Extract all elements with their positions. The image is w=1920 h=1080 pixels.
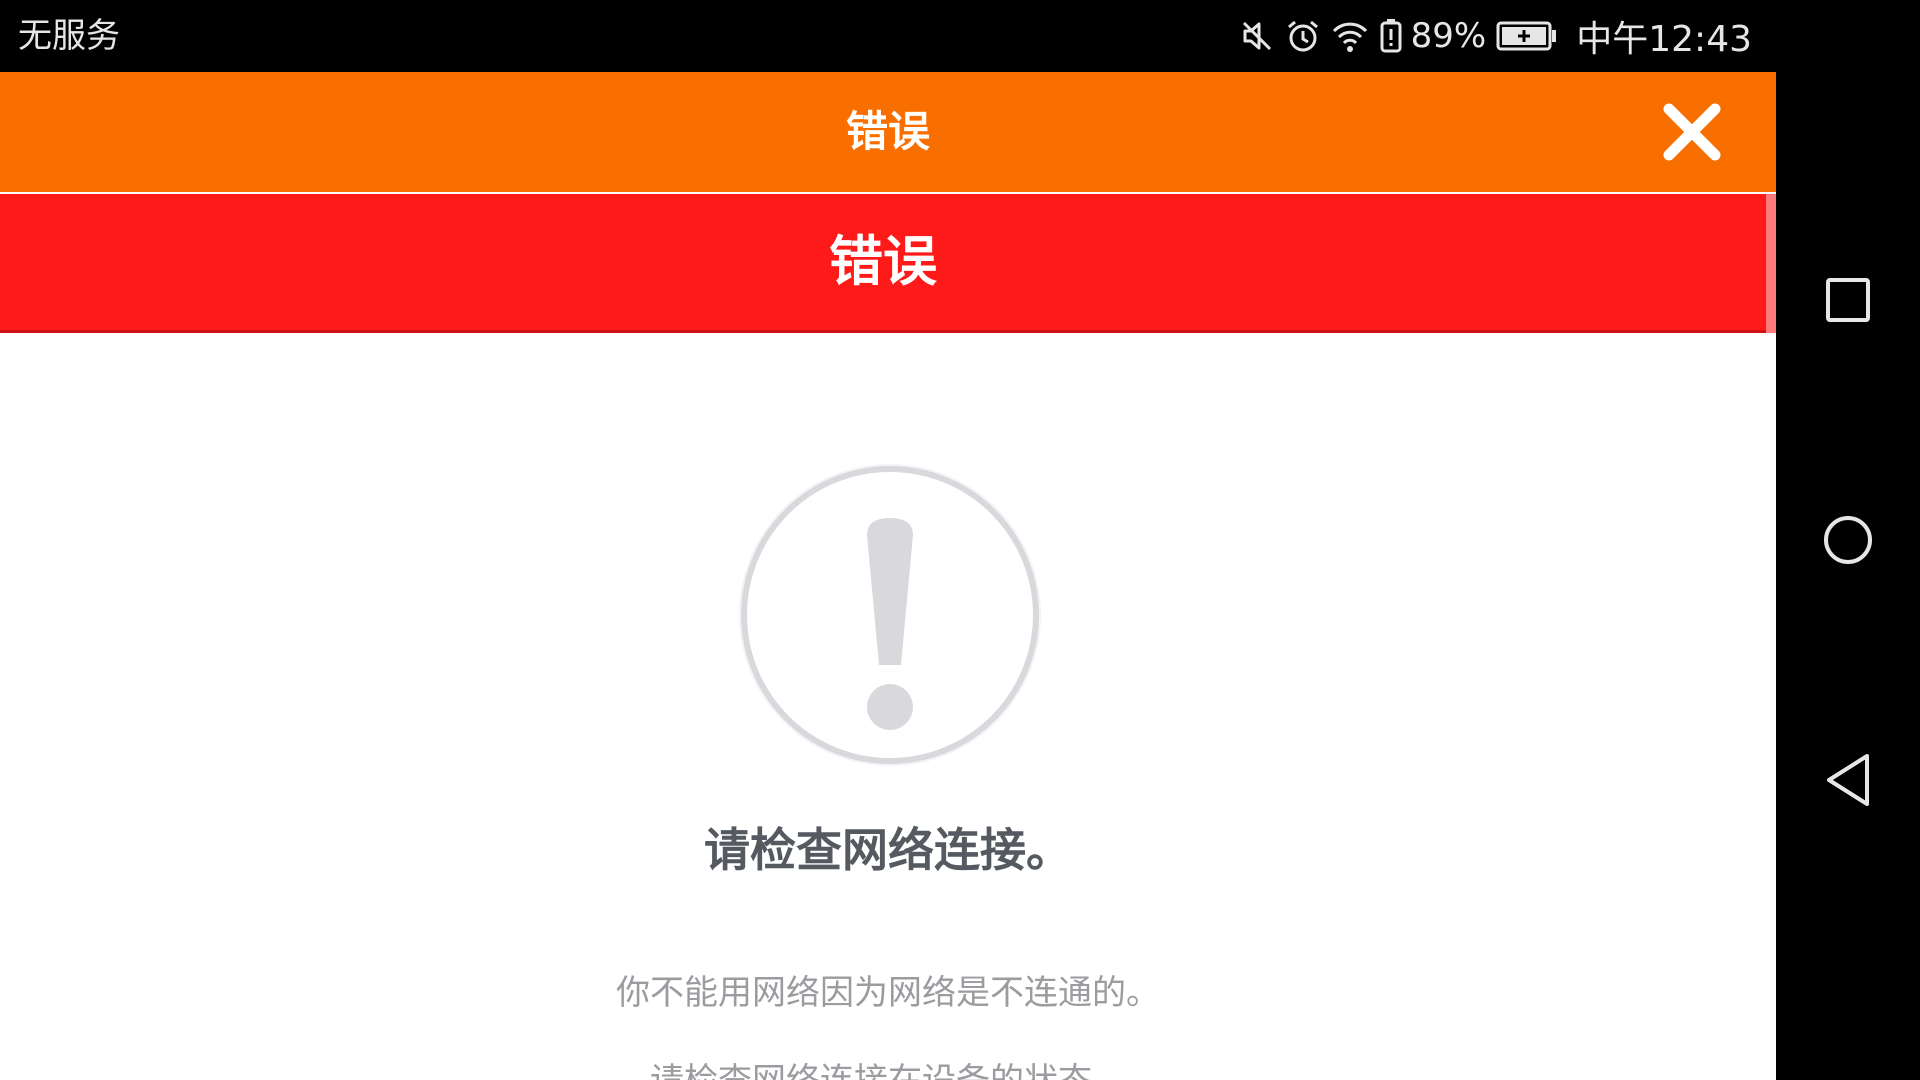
recents-button[interactable] <box>1812 264 1884 336</box>
wifi-icon <box>1331 18 1369 54</box>
close-button[interactable] <box>1656 96 1728 168</box>
close-icon <box>1663 103 1721 161</box>
battery-charging-icon <box>1496 20 1558 52</box>
clock: 中午12:43 <box>1576 19 1752 60</box>
message-line-1: 你不能用网络因为网络是不连通的。 <box>616 973 1160 1013</box>
battery-percent: 89% <box>1410 16 1487 56</box>
title-bar: 错误 <box>0 72 1776 192</box>
message-line-2: 请检查网络连接在设备的状态。 <box>0 1058 1776 1080</box>
status-bar: 无服务 89% 中午12:43 <box>0 0 1776 72</box>
page-title: 错误 <box>845 107 930 156</box>
home-icon <box>1824 516 1872 564</box>
battery-saver-icon <box>1379 18 1403 54</box>
device-screen: 无服务 89% 中午12:43 错误 错误 请检查网络连接。 你不能用网络因为网… <box>0 0 1920 1080</box>
carrier-label: 无服务 <box>18 16 120 56</box>
back-icon <box>1827 754 1869 806</box>
alarm-icon <box>1285 18 1321 54</box>
exclamation-circle-icon <box>735 460 1045 770</box>
recents-icon <box>1826 278 1870 322</box>
banner-title: 错误 <box>829 230 937 293</box>
status-icons: 89% 中午12:43 <box>1239 12 1752 60</box>
mute-icon <box>1239 18 1275 54</box>
home-button[interactable] <box>1812 504 1884 576</box>
error-dialog: 错误 错误 请检查网络连接。 你不能用网络因为网络是不连通的。 请检查网络连接在… <box>0 72 1776 1080</box>
banner-edge <box>1766 194 1776 333</box>
navigation-bar <box>1776 0 1920 1080</box>
message-title: 请检查网络连接。 <box>704 823 1072 877</box>
back-button[interactable] <box>1812 744 1884 816</box>
error-banner: 错误 <box>0 194 1766 333</box>
